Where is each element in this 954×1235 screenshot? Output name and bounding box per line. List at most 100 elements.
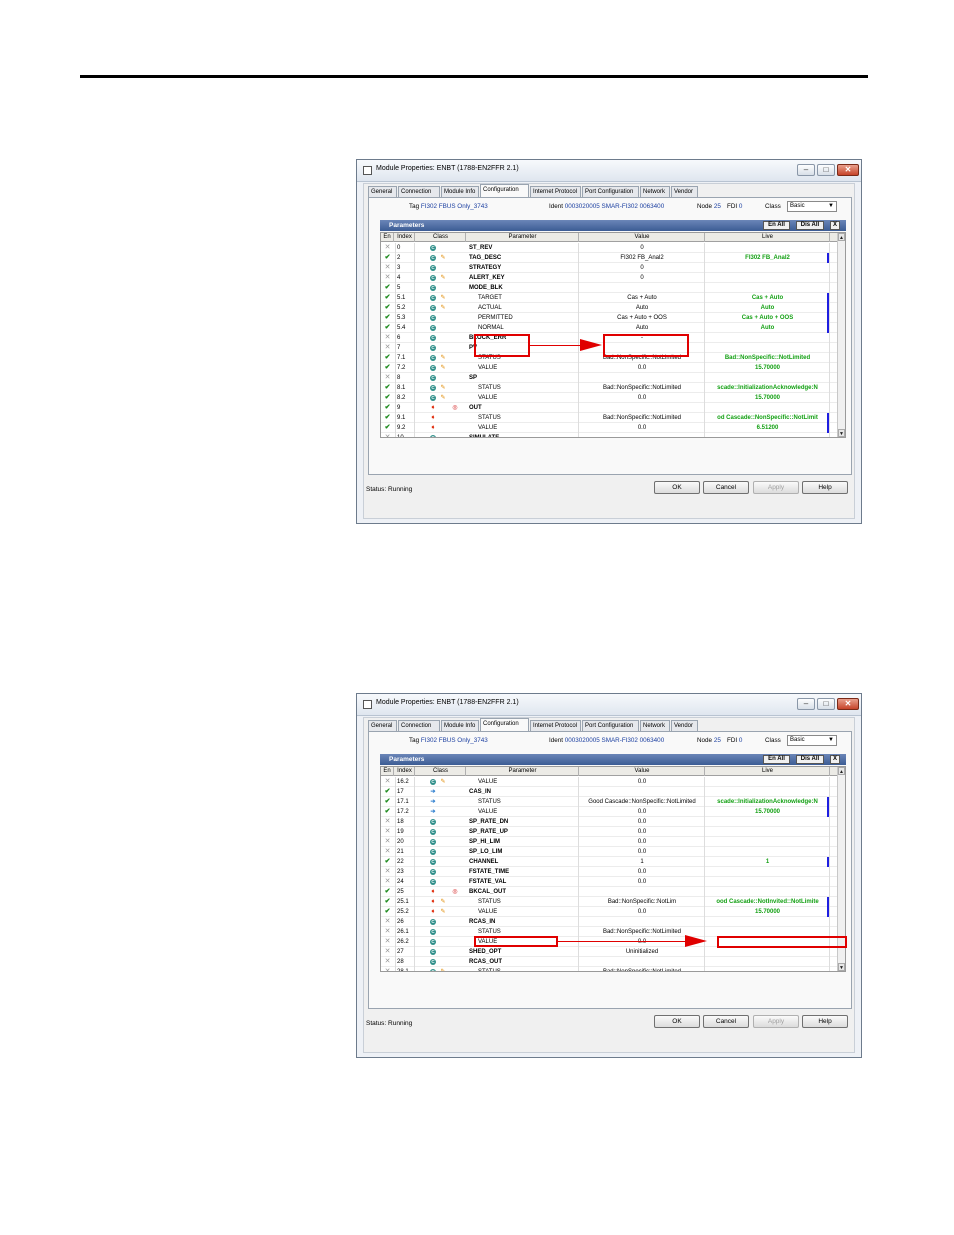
close-window-button[interactable]: ✕ <box>837 698 859 710</box>
row-value[interactable]: 0.0 <box>580 807 705 817</box>
disabled-checkbox[interactable]: ✕ <box>381 837 394 847</box>
tab-network[interactable]: Network <box>640 186 670 197</box>
row-value[interactable] <box>580 373 705 383</box>
column-header-value[interactable]: Value <box>580 233 705 242</box>
disabled-checkbox[interactable]: ✕ <box>381 263 394 273</box>
table-row[interactable]: ✕ 8 C SP <box>381 373 839 383</box>
tab-port-configuration[interactable]: Port Configuration <box>582 720 639 731</box>
table-row[interactable]: ✔ 17.1 ➔ STATUS Good Cascade::NonSpecific::N… <box>381 797 839 807</box>
close-parameters-button[interactable]: X <box>830 755 840 764</box>
table-row[interactable]: ✔ 25 ➧ ◎ BKCAL_OUT <box>381 887 839 897</box>
column-header-en[interactable]: En <box>381 767 394 776</box>
scroll-up-icon[interactable]: ▲ <box>838 233 845 241</box>
title-bar[interactable]: Module Properties: ENBT (1788-EN2FFR 2.1… <box>357 160 861 182</box>
minimize-button[interactable]: – <box>797 164 815 176</box>
table-row[interactable]: ✕ 28 C RCAS_OUT <box>381 957 839 967</box>
enabled-checkbox[interactable]: ✔ <box>381 383 394 393</box>
table-row[interactable]: ✔ 22 C CHANNEL 1 1 <box>381 857 839 867</box>
disabled-checkbox[interactable]: ✕ <box>381 917 394 927</box>
row-value[interactable]: Good Cascade::NonSpecific::NotLimited <box>580 797 705 807</box>
table-row[interactable]: ✔ 5.2 C ✎ ACTUAL Auto Auto <box>381 303 839 313</box>
tab-vendor[interactable]: Vendor <box>671 186 698 197</box>
tab-module-info[interactable]: Module Info <box>441 186 479 197</box>
table-row[interactable]: ✔ 8.1 C ✎ STATUS Bad::NonSpecific::NotLimited… <box>381 383 839 393</box>
row-value[interactable]: 0 <box>580 263 705 273</box>
disabled-checkbox[interactable]: ✕ <box>381 827 394 837</box>
row-value[interactable] <box>580 917 705 927</box>
disabled-checkbox[interactable]: ✕ <box>381 243 394 253</box>
table-row[interactable]: ✔ 5.3 C PERMITTED Cas + Auto + OOS Cas + Auto… <box>381 313 839 323</box>
row-value[interactable]: 0.0 <box>580 363 705 373</box>
disable-all-button[interactable]: Dis All <box>796 755 824 764</box>
table-row[interactable]: ✔ 8.2 C ✎ VALUE 0.0 15.70000 <box>381 393 839 403</box>
disabled-checkbox[interactable]: ✕ <box>381 847 394 857</box>
table-row[interactable]: ✔ 7.2 C ✎ VALUE 0.0 15.70000 <box>381 363 839 373</box>
help-button[interactable]: Help <box>802 1015 848 1028</box>
disabled-checkbox[interactable]: ✕ <box>381 967 394 971</box>
disabled-checkbox[interactable]: ✕ <box>381 343 394 353</box>
enabled-checkbox[interactable]: ✔ <box>381 393 394 403</box>
table-row[interactable]: ✕ 23 C FSTATE_TIME 0.0 <box>381 867 839 877</box>
table-row[interactable]: ✔ 5.4 C NORMAL Auto Auto <box>381 323 839 333</box>
row-value[interactable]: Bad::NonSpecific::NotLim <box>580 897 705 907</box>
row-value[interactable]: 0.0 <box>580 817 705 827</box>
enabled-checkbox[interactable]: ✔ <box>381 403 394 413</box>
close-window-button[interactable]: ✕ <box>837 164 859 176</box>
maximize-button[interactable]: □ <box>817 698 835 710</box>
tab-configuration[interactable]: Configuration <box>480 184 529 197</box>
table-row[interactable]: ✕ 0 C ST_REV 0 <box>381 243 839 253</box>
grid-vertical-scrollbar[interactable]: ▲ ▼ <box>837 233 845 437</box>
table-row[interactable]: ✕ 4 C ✎ ALERT_KEY 0 <box>381 273 839 283</box>
table-row[interactable]: ✔ 9 ➧ ◎ OUT <box>381 403 839 413</box>
tab-configuration[interactable]: Configuration <box>480 718 529 731</box>
row-value[interactable]: 0.0 <box>580 827 705 837</box>
row-value[interactable]: 1 <box>580 857 705 867</box>
scroll-down-icon[interactable]: ▼ <box>838 429 845 437</box>
row-value[interactable]: 0.0 <box>580 907 705 917</box>
title-bar[interactable]: Module Properties: ENBT (1788-EN2FFR 2.1… <box>357 694 861 716</box>
row-value[interactable]: Bad::NonSpecific::NotLimited <box>580 383 705 393</box>
table-row[interactable]: ✕ 18 C SP_RATE_DN 0.0 <box>381 817 839 827</box>
table-row[interactable]: ✕ 27 C SHED_OPT Uninitialized <box>381 947 839 957</box>
enabled-checkbox[interactable]: ✔ <box>381 413 394 423</box>
table-row[interactable]: ✕ 28.1 C ✎ STATUS Bad::NonSpecific::NotLimite… <box>381 967 839 971</box>
apply-button[interactable]: Apply <box>753 1015 799 1028</box>
ok-button[interactable]: OK <box>654 481 700 494</box>
row-value[interactable]: 0.0 <box>580 847 705 857</box>
enabled-checkbox[interactable]: ✔ <box>381 787 394 797</box>
row-value[interactable] <box>580 403 705 413</box>
enabled-checkbox[interactable]: ✔ <box>381 313 394 323</box>
disabled-checkbox[interactable]: ✕ <box>381 433 394 437</box>
tab-general[interactable]: General <box>368 186 397 197</box>
disable-all-button[interactable]: Dis All <box>796 221 824 230</box>
enabled-checkbox[interactable]: ✔ <box>381 293 394 303</box>
row-value[interactable] <box>580 283 705 293</box>
table-row[interactable]: ✕ 26 C RCAS_IN <box>381 917 839 927</box>
row-value[interactable] <box>580 957 705 967</box>
enabled-checkbox[interactable]: ✔ <box>381 857 394 867</box>
row-value[interactable]: Bad::NonSpecific::NotLimited <box>580 967 705 971</box>
disabled-checkbox[interactable]: ✕ <box>381 877 394 887</box>
tab-internet-protocol[interactable]: Internet Protocol <box>530 186 581 197</box>
scroll-down-icon[interactable]: ▼ <box>838 963 845 971</box>
tab-connection[interactable]: Connection <box>398 186 440 197</box>
scroll-up-icon[interactable]: ▲ <box>838 767 845 775</box>
row-value[interactable]: 0.0 <box>580 877 705 887</box>
class-select[interactable]: Basic ▼ <box>787 735 837 746</box>
row-value[interactable]: 0 <box>580 243 705 253</box>
column-header-live[interactable]: Live <box>706 233 830 242</box>
disabled-checkbox[interactable]: ✕ <box>381 373 394 383</box>
disabled-checkbox[interactable]: ✕ <box>381 817 394 827</box>
disabled-checkbox[interactable]: ✕ <box>381 947 394 957</box>
row-value[interactable] <box>580 433 705 437</box>
enabled-checkbox[interactable]: ✔ <box>381 353 394 363</box>
enabled-checkbox[interactable]: ✔ <box>381 363 394 373</box>
column-header-parameter[interactable]: Parameter <box>467 767 579 776</box>
table-row[interactable]: ✕ 19 C SP_RATE_UP 0.0 <box>381 827 839 837</box>
close-parameters-button[interactable]: X <box>830 221 840 230</box>
row-value[interactable]: 0.0 <box>580 393 705 403</box>
enabled-checkbox[interactable]: ✔ <box>381 283 394 293</box>
row-value[interactable]: 0.0 <box>580 777 705 787</box>
row-value[interactable]: FI302 FB_Anal2 <box>580 253 705 263</box>
column-header-value[interactable]: Value <box>580 767 705 776</box>
